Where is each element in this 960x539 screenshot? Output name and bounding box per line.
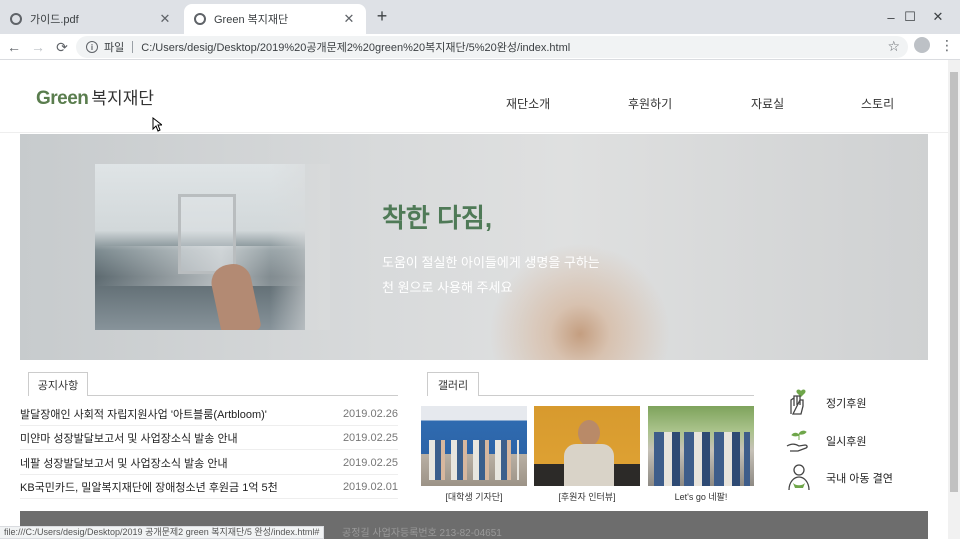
hero-banner: 착한 다짐, 도움이 절실한 아이들에게 생명을 구하는 천 원으로 사용해 주… [20, 134, 928, 360]
tab-label: 가이드.pdf [30, 14, 79, 26]
gallery-tab-line [479, 395, 754, 396]
notice-title[interactable]: 미얀마 성장발달보고서 및 사업장소식 발송 안내 [20, 430, 238, 446]
nav-item-story[interactable]: 스토리 [861, 95, 894, 112]
notice-date: 2019.02.25 [342, 431, 398, 444]
notice-item[interactable]: 미얀마 성장발달보고서 및 사업장소식 발송 안내 2019.02.25 [20, 426, 398, 450]
face-shape [578, 420, 600, 446]
new-tab-button[interactable]: + [372, 6, 392, 27]
quick-link-one-time-donation[interactable]: 일시후원 [784, 426, 866, 456]
nav-item-resources[interactable]: 자료실 [751, 95, 784, 112]
tab-gallery[interactable]: 갤러리 [427, 372, 479, 396]
url-text[interactable]: C:/Users/desig/Desktop/2019%20공개문제2%20gr… [141, 39, 570, 55]
logo-name: 복지재단 [91, 89, 154, 108]
crowd-shape [429, 440, 519, 480]
hero-line-1: 도움이 절실한 아이들에게 생명을 구하는 [382, 255, 600, 270]
notice-item[interactable]: 네팔 성장발달보고서 및 사업장소식 발송 안내 2019.02.25 [20, 451, 398, 475]
scheme-label: 파일 [104, 42, 125, 54]
tab-notice[interactable]: 공지사항 [28, 372, 88, 396]
quick-link-regular-donation[interactable]: 정기후원 [784, 388, 866, 418]
notice-title[interactable]: 네팔 성장발달보고서 및 사업장소식 발송 안내 [20, 455, 228, 471]
notice-title[interactable]: 발달장애인 사회적 자립지원사업 '아트블룸(Artbloom)' [20, 406, 267, 422]
vertical-scrollbar[interactable] [948, 60, 960, 539]
notice-date: 2019.02.25 [342, 456, 398, 469]
header-divider [0, 132, 948, 133]
gallery-thumb-nepal[interactable] [648, 406, 754, 486]
hero-fade [270, 164, 330, 330]
quick-link-child-sponsorship[interactable]: 국내 아동 결연 [784, 463, 893, 493]
quick-link-label: 국내 아동 결연 [826, 473, 893, 485]
person-icon [788, 464, 810, 491]
browser-toolbar: ← → ⟳ i 파일 C:/Users/desig/Desktop/2019%2… [0, 34, 960, 60]
divider [132, 41, 134, 53]
hero-title: 착한 다짐, [382, 203, 493, 233]
globe-icon [194, 13, 206, 25]
status-bar-url: file:///C:/Users/desig/Desktop/2019 공개문제… [0, 526, 325, 539]
notice-date: 2019.02.26 [342, 407, 398, 420]
children-shape [654, 432, 750, 486]
quick-link-label: 정기후원 [826, 398, 867, 410]
site-logo[interactable]: Green 복지재단 [36, 84, 154, 110]
scrollbar-thumb[interactable] [950, 72, 958, 492]
hero-line-2: 천 원으로 사용해 주세요 [382, 280, 513, 295]
hand-sprout-icon [786, 430, 808, 452]
hand-heart-icon [790, 389, 806, 415]
nav-item-donate[interactable]: 후원하기 [628, 95, 672, 112]
quick-link-label: 일시후원 [826, 436, 867, 448]
footer-text: 공정길 사업자등록번호 213-82-04651 [342, 528, 502, 539]
menu-kebab-icon[interactable]: ⋮ [940, 37, 954, 54]
info-icon[interactable]: i [86, 41, 98, 53]
logo-brand: Green [36, 88, 89, 109]
reload-button[interactable]: ⟳ [52, 37, 72, 57]
tab-label: Green 복지재단 [214, 14, 289, 26]
close-tab-icon[interactable]: ✕ [158, 11, 172, 27]
bookmark-star-icon[interactable]: ☆ [887, 38, 900, 55]
gallery-caption[interactable]: [대학생 기자단] [421, 490, 527, 503]
page-viewport: Green 복지재단 재단소개 후원하기 자료실 스토리 착한 다짐, 도움이 절… [0, 60, 948, 539]
back-button[interactable]: ← [4, 37, 24, 57]
tab-green-foundation[interactable]: Green 복지재단 ✕ [184, 4, 366, 34]
tab-guide-pdf[interactable]: 가이드.pdf ✕ [0, 4, 182, 34]
nav-item-about[interactable]: 재단소개 [506, 95, 550, 112]
mouse-cursor-icon [152, 117, 162, 132]
gallery-caption[interactable]: [후원자 인터뷰] [534, 490, 640, 503]
forward-button[interactable]: → [28, 37, 48, 57]
close-window-button[interactable]: ✕ [916, 0, 960, 34]
gallery-caption[interactable]: Let's go 네팔! [648, 490, 754, 503]
notice-item[interactable]: 발달장애인 사회적 자립지원사업 '아트블룸(Artbloom)' 2019.0… [20, 402, 398, 426]
tab-strip: 가이드.pdf ✕ Green 복지재단 ✕ + – ☐ ✕ [0, 0, 960, 34]
gallery-thumb-reporters[interactable] [421, 406, 527, 486]
profile-avatar[interactable] [914, 37, 930, 53]
notice-tab-line [88, 395, 398, 396]
notice-date: 2019.02.01 [342, 480, 398, 493]
gallery-thumb-interview[interactable] [534, 406, 640, 486]
notice-title[interactable]: KB국민카드, 밀알복지재단에 장애청소년 후원금 1억 5천 [20, 479, 278, 495]
notice-item[interactable]: KB국민카드, 밀알복지재단에 장애청소년 후원금 1억 5천 2019.02.… [20, 475, 398, 499]
photo-frame [178, 194, 236, 274]
shirt-shape [564, 444, 614, 486]
globe-icon [10, 13, 22, 25]
close-tab-icon[interactable]: ✕ [342, 11, 356, 27]
address-bar[interactable]: i 파일 C:/Users/desig/Desktop/2019%20공개문제2… [76, 36, 908, 58]
